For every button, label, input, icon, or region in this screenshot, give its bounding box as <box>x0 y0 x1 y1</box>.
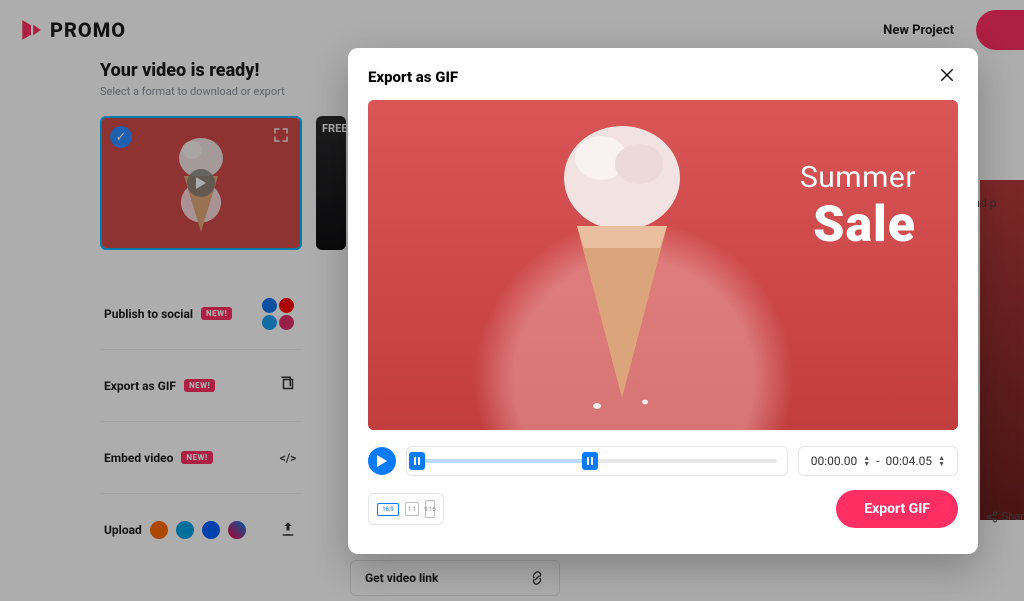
close-button[interactable] <box>936 66 958 88</box>
play-icon <box>377 455 387 467</box>
play-preview-button[interactable] <box>368 447 396 475</box>
ratio-16-9[interactable]: 16:9 <box>377 503 399 516</box>
trim-handle-end[interactable] <box>582 452 598 470</box>
time-separator: - <box>876 454 879 468</box>
ratio-1-1[interactable]: 1:1 <box>405 502 419 516</box>
close-icon <box>938 66 956 84</box>
aspect-ratio-picker: 16:9 1:1 9:16 <box>368 493 444 525</box>
export-gif-modal: Export as GIF Summer Sale <box>348 48 978 554</box>
trim-slider[interactable] <box>406 446 788 476</box>
time-range-box: 00:00.00 ▲▼ - 00:04.05 ▲▼ <box>798 446 958 476</box>
ratio-9-16[interactable]: 9:16 <box>425 500 435 518</box>
export-gif-button[interactable]: Export GIF <box>836 490 958 528</box>
time-start: 00:00.00 <box>811 454 858 468</box>
preview-text-line2: Sale <box>813 196 916 254</box>
pause-icon <box>414 457 420 465</box>
pause-icon <box>587 457 593 465</box>
time-end-stepper[interactable]: ▲▼ <box>938 455 945 467</box>
preview-text-line1: Summer <box>800 160 916 195</box>
modal-title: Export as GIF <box>368 68 458 86</box>
gif-preview: Summer Sale <box>368 100 958 430</box>
time-end: 00:04.05 <box>886 454 933 468</box>
ice-cream-illustration <box>547 118 697 418</box>
time-start-stepper[interactable]: ▲▼ <box>863 455 870 467</box>
trim-handle-start[interactable] <box>409 452 425 470</box>
